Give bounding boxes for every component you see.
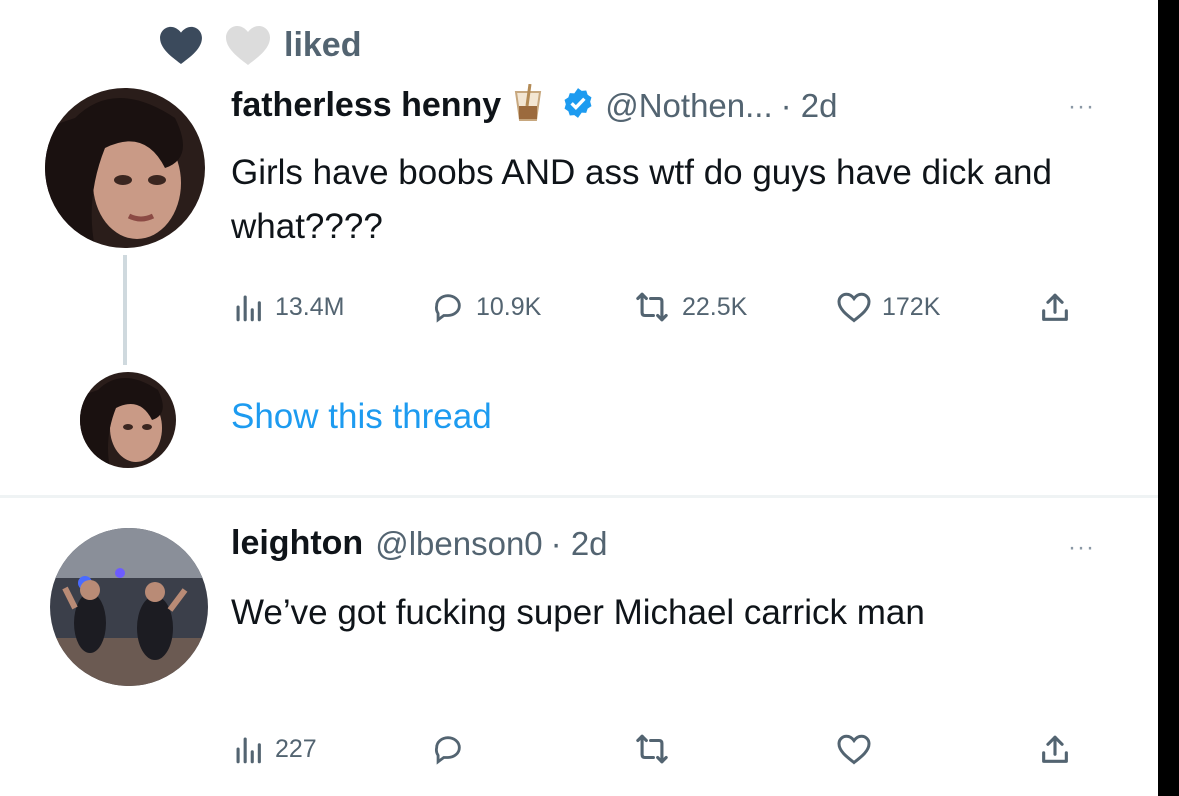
like-count: 172K [882,292,941,321]
tweet-header: fatherless henny @Nothen... · 2d [231,83,838,127]
retweet-count: 22.5K [682,292,748,321]
share-icon [1038,732,1082,768]
share-icon [1038,290,1082,326]
heart-icon [836,290,882,324]
like-button[interactable] [836,732,882,766]
user-handle[interactable]: @lbenson0 [375,525,542,563]
more-options-icon[interactable]: ··· [1068,93,1095,121]
liked-notification: liked [158,20,361,70]
heart-icon [836,732,882,766]
tweet-text: Girls have boobs AND ass wtf do guys hav… [231,153,1052,246]
right-edge-bar [1158,0,1179,796]
retweet-icon [632,732,682,766]
tweet-text: We’ve got fucking super Michael carrick … [231,593,925,632]
liked-label: liked [284,25,362,64]
retweet-icon [632,290,682,324]
thread-avatar[interactable] [80,372,176,468]
retweet-button[interactable] [632,732,682,766]
tweet-divider [0,495,1158,498]
share-button[interactable] [1038,290,1082,326]
drink-cup-icon [513,83,543,127]
like-button[interactable]: 172K [836,290,940,324]
heart-filled-icon [158,25,204,65]
tweet-time[interactable]: · 2d [551,525,608,563]
retweet-button[interactable]: 22.5K [632,290,747,324]
tweet-time[interactable]: · 2d [781,87,838,125]
views-count: 227 [275,734,317,763]
display-name[interactable]: fatherless henny [231,86,501,125]
views-chart-icon [231,290,275,324]
avatar[interactable] [50,528,208,686]
display-name[interactable]: leighton [231,524,363,563]
tweet-header: leighton @lbenson0 · 2d [231,524,608,563]
reply-icon [430,290,476,324]
reply-count: 10.9K [476,292,542,321]
views-button[interactable]: 13.4M [231,290,344,324]
reply-icon [430,732,476,766]
avatar[interactable] [45,88,205,248]
user-handle[interactable]: @Nothen... [605,87,772,125]
reply-button[interactable] [430,732,476,766]
more-options-icon[interactable]: ··· [1068,534,1095,562]
share-button[interactable] [1038,732,1082,768]
reply-button[interactable]: 10.9K [430,290,541,324]
show-thread-link[interactable]: Show this thread [231,397,492,437]
views-button[interactable]: 227 [231,732,317,766]
thread-connector-line [123,255,127,365]
heart-gray-icon [224,24,272,66]
verified-badge-icon [561,86,595,125]
views-count: 13.4M [275,292,345,321]
views-chart-icon [231,732,275,766]
